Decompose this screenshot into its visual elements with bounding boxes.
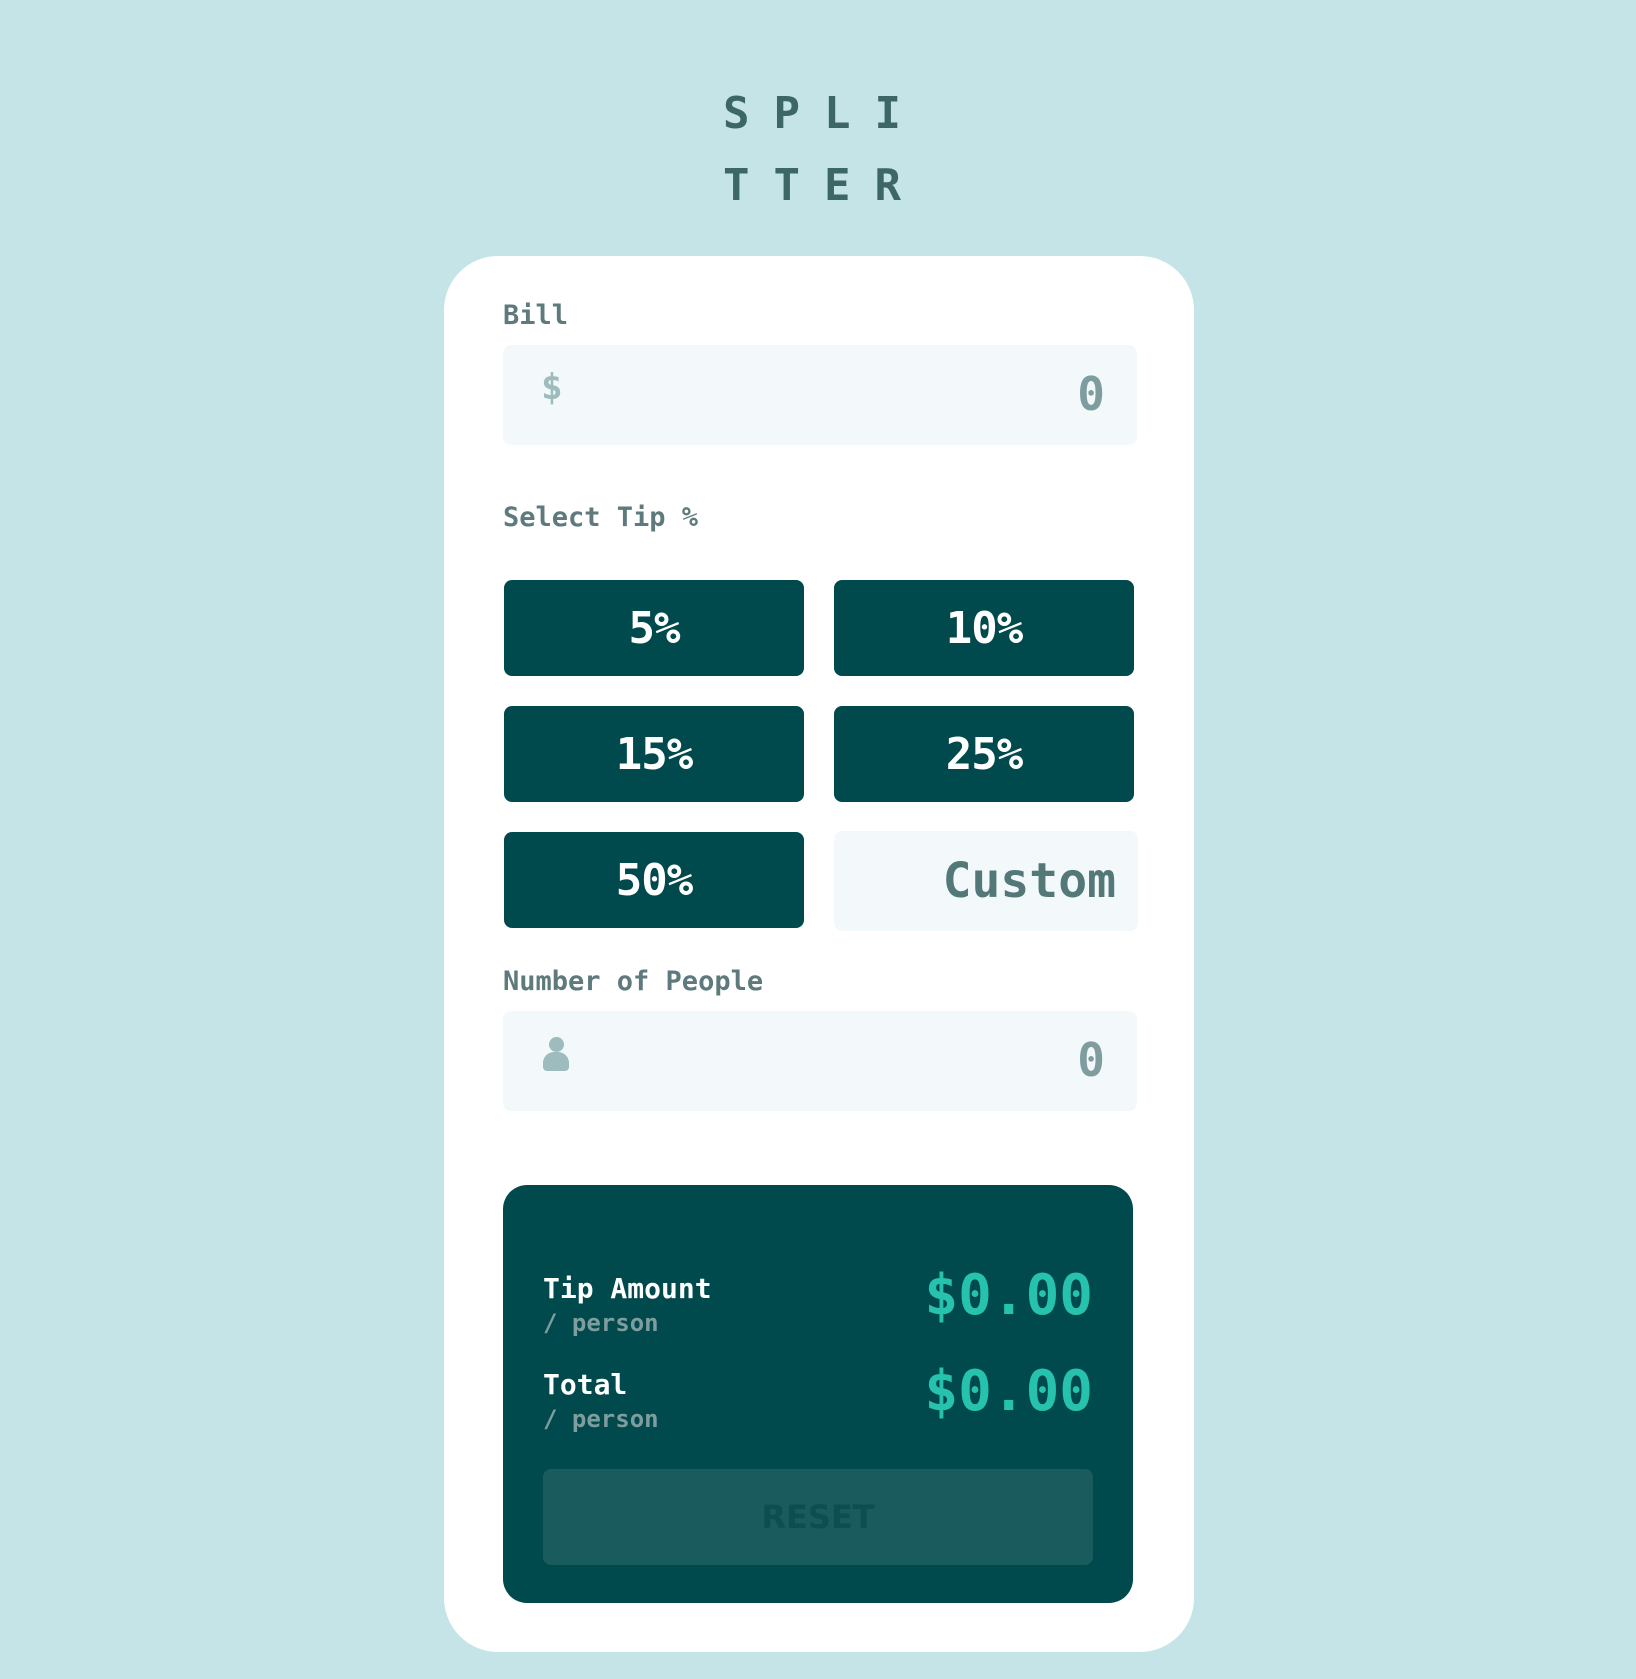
people-value: 0 bbox=[1077, 1033, 1105, 1087]
bill-value: 0 bbox=[1077, 367, 1105, 421]
calculator-card: Bill $ 0 Select Tip % 5% 10% 15% 25% 50%… bbox=[444, 256, 1194, 1652]
app-logo: SPLI TTER bbox=[723, 78, 923, 222]
person-icon bbox=[543, 1037, 569, 1073]
tip-button-15[interactable]: 15% bbox=[504, 706, 804, 802]
tip-button-50[interactable]: 50% bbox=[504, 832, 804, 928]
logo-line-1: SPLI bbox=[723, 88, 925, 139]
reset-button[interactable]: RESET bbox=[543, 1469, 1093, 1565]
results-panel: Tip Amount / person $0.00 Total / person… bbox=[503, 1185, 1133, 1603]
total-per-person: / person bbox=[543, 1405, 659, 1433]
tip-button-5[interactable]: 5% bbox=[504, 580, 804, 676]
tip-amount-value: $0.00 bbox=[924, 1263, 1093, 1328]
dollar-icon: $ bbox=[541, 367, 563, 408]
people-input[interactable]: 0 bbox=[503, 1011, 1137, 1111]
bill-input[interactable]: $ 0 bbox=[503, 345, 1137, 445]
tip-amount-label: Tip Amount bbox=[543, 1272, 712, 1305]
select-tip-label: Select Tip % bbox=[503, 502, 699, 533]
people-label: Number of People bbox=[503, 966, 764, 997]
tip-button-10[interactable]: 10% bbox=[834, 580, 1134, 676]
tip-button-25[interactable]: 25% bbox=[834, 706, 1134, 802]
total-label: Total bbox=[543, 1368, 628, 1401]
total-value: $0.00 bbox=[924, 1359, 1093, 1424]
custom-tip-input[interactable]: Custom bbox=[834, 831, 1138, 931]
logo-line-2: TTER bbox=[723, 160, 925, 211]
bill-label: Bill bbox=[503, 300, 569, 331]
tip-amount-per-person: / person bbox=[543, 1309, 659, 1337]
